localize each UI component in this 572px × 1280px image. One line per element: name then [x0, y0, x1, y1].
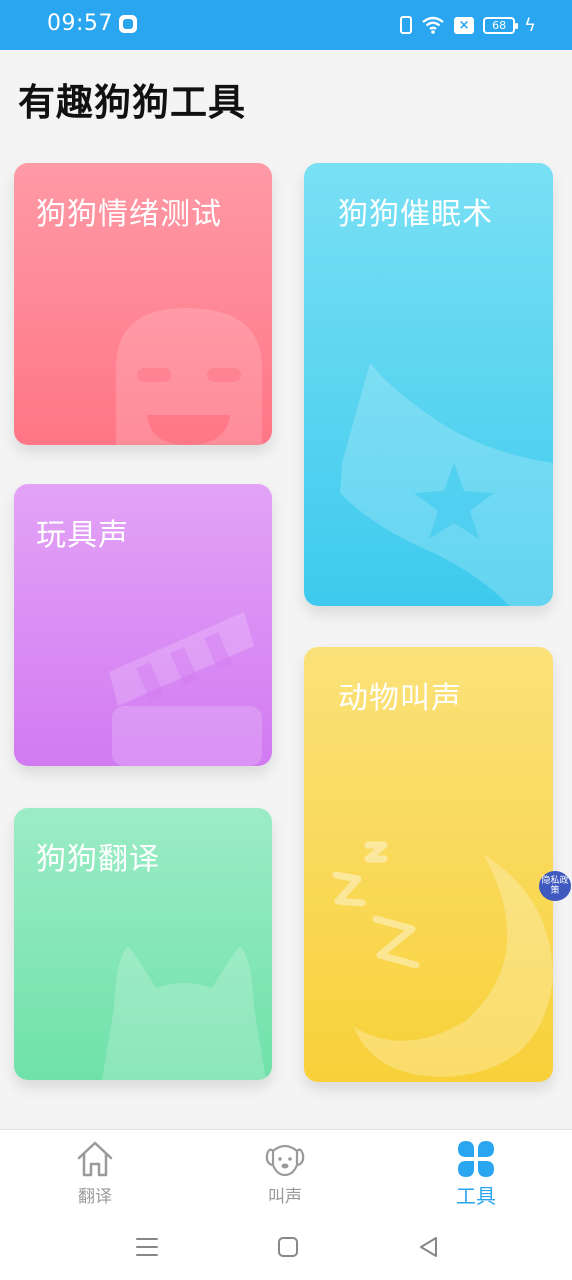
emotion-test-card[interactable]: 狗狗情绪测试 [14, 163, 272, 445]
vibrate-icon [400, 16, 413, 34]
tab-translate[interactable]: 翻译 [35, 1130, 155, 1215]
system-nav-bar [0, 1214, 572, 1280]
tab-bark[interactable]: 叫声 [225, 1130, 345, 1215]
status-icons: × 68 ϟ [400, 12, 536, 38]
wifi-icon [422, 16, 444, 34]
charging-icon: ϟ [524, 14, 536, 36]
app-notification-icon [119, 15, 137, 33]
tab-tools[interactable]: 工具 [416, 1130, 536, 1215]
home-square-icon[interactable] [273, 1232, 303, 1262]
four-leaf-grid-icon [458, 1141, 494, 1177]
home-icon [77, 1141, 113, 1177]
animal-sounds-title: 动物叫声 [338, 681, 462, 716]
emotion-test-title: 狗狗情绪测试 [36, 197, 222, 232]
dog-translate-card[interactable]: 狗狗翻译 [14, 808, 272, 1080]
battery-icon: 68 [483, 16, 519, 34]
menu-icon[interactable] [132, 1232, 162, 1262]
back-triangle-icon[interactable] [414, 1232, 444, 1262]
hypnosis-card[interactable]: 狗狗催眠术 [304, 163, 553, 606]
page-title: 有趣狗狗工具 [18, 81, 246, 124]
hypnosis-title: 狗狗催眠术 [338, 197, 493, 232]
status-bar: 09:57 × 68 ϟ [0, 0, 572, 50]
tab-tools-label: 工具 [456, 1184, 496, 1208]
dog-translate-title: 狗狗翻译 [36, 842, 160, 877]
tab-bark-label: 叫声 [268, 1187, 302, 1207]
toy-sound-card[interactable]: 玩具声 [14, 484, 272, 766]
toy-sound-title: 玩具声 [36, 518, 129, 553]
sim-disabled-icon: × [454, 16, 475, 34]
tab-bar: 翻译 叫声 工具 [0, 1129, 572, 1215]
animal-sounds-card[interactable]: 动物叫声 [304, 647, 553, 1082]
status-time: 09:57 [47, 11, 113, 36]
dog-face-icon [265, 1144, 305, 1177]
tab-translate-label: 翻译 [78, 1187, 112, 1207]
